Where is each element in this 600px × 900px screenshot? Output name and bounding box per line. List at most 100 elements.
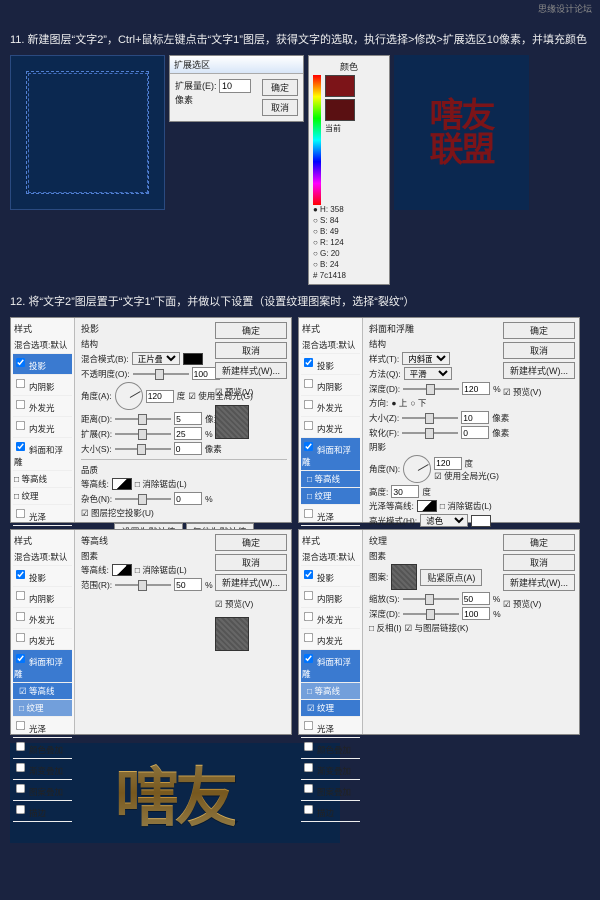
- li-stroke[interactable]: 描边: [13, 801, 72, 822]
- chk-stroke[interactable]: [16, 805, 25, 814]
- chk-inner-shadow[interactable]: [304, 591, 313, 600]
- chk-satin[interactable]: [304, 721, 313, 730]
- li-outer-glow[interactable]: 外发光: [13, 608, 72, 629]
- depth-input[interactable]: [462, 382, 490, 395]
- chk-inner-glow[interactable]: [304, 633, 313, 642]
- new-color-swatch[interactable]: [325, 75, 355, 97]
- anti-check[interactable]: □ 消除锯齿(L): [440, 500, 492, 512]
- li-grad-overlay[interactable]: 渐变叠加: [301, 759, 360, 780]
- sel-drop-shadow[interactable]: 投影: [13, 354, 72, 375]
- chk-inner-shadow[interactable]: [16, 591, 25, 600]
- depth-input[interactable]: [462, 607, 490, 620]
- li-inner-glow[interactable]: 内发光: [301, 417, 360, 438]
- chk-drop-shadow[interactable]: [16, 570, 25, 579]
- li-pattern-overlay[interactable]: 图案叠加: [301, 780, 360, 801]
- chk-outer-glow[interactable]: [304, 612, 313, 621]
- chk-inner-glow[interactable]: [16, 421, 25, 430]
- size-slider[interactable]: [115, 448, 171, 450]
- size-input[interactable]: [174, 442, 202, 455]
- chk-inner-shadow[interactable]: [16, 379, 25, 388]
- chk-color-overlay[interactable]: [304, 742, 313, 751]
- li-satin[interactable]: 光泽: [13, 505, 72, 526]
- pattern-swatch[interactable]: [391, 564, 417, 590]
- li-inner-shadow[interactable]: 内阴影: [13, 587, 72, 608]
- li-inner-glow[interactable]: 内发光: [13, 417, 72, 438]
- li-inner-glow[interactable]: 内发光: [13, 629, 72, 650]
- ok-button[interactable]: 确定: [215, 322, 287, 339]
- range-slider[interactable]: [115, 584, 171, 586]
- preview-check[interactable]: ☑ 预览(V): [503, 386, 575, 398]
- li-outer-glow[interactable]: 外发光: [301, 396, 360, 417]
- li-bevel[interactable]: 斜面和浮雕: [13, 438, 72, 471]
- chk-bevel[interactable]: [304, 442, 313, 451]
- li-sub-contour[interactable]: □ 等高线: [13, 471, 72, 488]
- contour-swatch[interactable]: [112, 478, 132, 490]
- preview-check[interactable]: ☑ 预览(V): [503, 598, 575, 610]
- li-satin[interactable]: 光泽: [13, 717, 72, 738]
- preview-check[interactable]: ☑ 预览(V): [215, 598, 287, 610]
- size-slider[interactable]: [402, 417, 458, 419]
- ok-button[interactable]: 确定: [262, 79, 298, 96]
- chk-pattern-overlay[interactable]: [304, 784, 313, 793]
- dir-down-radio[interactable]: ○ 下: [410, 397, 426, 409]
- gloss-swatch[interactable]: [417, 500, 437, 512]
- angle-dial[interactable]: [115, 382, 143, 410]
- contour-swatch[interactable]: [112, 564, 132, 576]
- li-sub-texture[interactable]: □ 纹理: [13, 488, 72, 505]
- dir-up-radio[interactable]: ● 上: [391, 397, 407, 409]
- li-drop-shadow[interactable]: 投影: [301, 566, 360, 587]
- highlight-mode-select[interactable]: 滤色: [420, 514, 468, 527]
- size-input[interactable]: [461, 411, 489, 424]
- chk-inner-glow[interactable]: [16, 633, 25, 642]
- current-color-swatch[interactable]: [325, 99, 355, 121]
- chk-bevel[interactable]: [16, 654, 25, 663]
- blend-options[interactable]: 混合选项:默认: [13, 337, 72, 354]
- li-stroke[interactable]: 描边: [301, 801, 360, 822]
- noise-slider[interactable]: [115, 498, 171, 500]
- new-style-button[interactable]: 新建样式(W)...: [215, 362, 287, 379]
- chk-satin[interactable]: [304, 509, 313, 518]
- highlight-color-swatch[interactable]: [471, 515, 491, 527]
- sel-bevel[interactable]: 斜面和浮雕: [301, 438, 360, 471]
- chk-outer-glow[interactable]: [16, 400, 25, 409]
- depth-slider[interactable]: [403, 613, 459, 615]
- li-sub-texture[interactable]: □ 纹理: [301, 488, 360, 505]
- invert-check[interactable]: □ 反相(I): [369, 622, 402, 634]
- distance-input[interactable]: [174, 412, 202, 425]
- blend-options[interactable]: 混合选项:默认: [301, 337, 360, 354]
- li-grad-overlay[interactable]: 渐变叠加: [13, 759, 72, 780]
- soften-input[interactable]: [461, 426, 489, 439]
- angle-input[interactable]: [146, 390, 174, 403]
- li-sub-contour[interactable]: □ 等高线: [301, 683, 360, 700]
- li-sub-contour[interactable]: □ 等高线: [301, 471, 360, 488]
- angle-dial[interactable]: [403, 455, 431, 483]
- chk-satin[interactable]: [16, 721, 25, 730]
- li-satin[interactable]: 光泽: [301, 717, 360, 738]
- angle-input[interactable]: [434, 457, 462, 470]
- li-color-overlay[interactable]: 颜色叠加: [301, 738, 360, 759]
- sel-bevel[interactable]: 斜面和浮雕: [13, 650, 72, 683]
- preview-check[interactable]: ☑ 预览(V): [215, 386, 287, 398]
- chk-inner-shadow[interactable]: [304, 379, 313, 388]
- link-layer-check[interactable]: ☑ 与图层链接(K): [405, 622, 469, 634]
- chk-outer-glow[interactable]: [16, 612, 25, 621]
- chk-bevel[interactable]: [304, 654, 313, 663]
- range-input[interactable]: [174, 578, 202, 591]
- new-style-button[interactable]: 新建样式(W)...: [503, 574, 575, 591]
- knockout-check[interactable]: ☑ 图层挖空投影(U): [81, 507, 154, 519]
- blend-options[interactable]: 混合选项:默认: [13, 549, 72, 566]
- chk-bevel[interactable]: [16, 442, 25, 451]
- blend-options[interactable]: 混合选项:默认: [301, 549, 360, 566]
- li-drop-shadow[interactable]: 投影: [301, 354, 360, 375]
- chk-drop-shadow[interactable]: [304, 570, 313, 579]
- distance-slider[interactable]: [115, 418, 171, 420]
- soften-slider[interactable]: [402, 432, 458, 434]
- scale-input[interactable]: [462, 592, 490, 605]
- snap-origin-button[interactable]: 贴紧原点(A): [420, 569, 482, 586]
- li-pattern-overlay[interactable]: 图案叠加: [13, 780, 72, 801]
- chk-outer-glow[interactable]: [304, 400, 313, 409]
- anti-check[interactable]: □ 消除锯齿(L): [135, 564, 187, 576]
- ok-button[interactable]: 确定: [503, 322, 575, 339]
- li-sub-texture[interactable]: □ 纹理: [13, 700, 72, 717]
- chk-inner-glow[interactable]: [304, 421, 313, 430]
